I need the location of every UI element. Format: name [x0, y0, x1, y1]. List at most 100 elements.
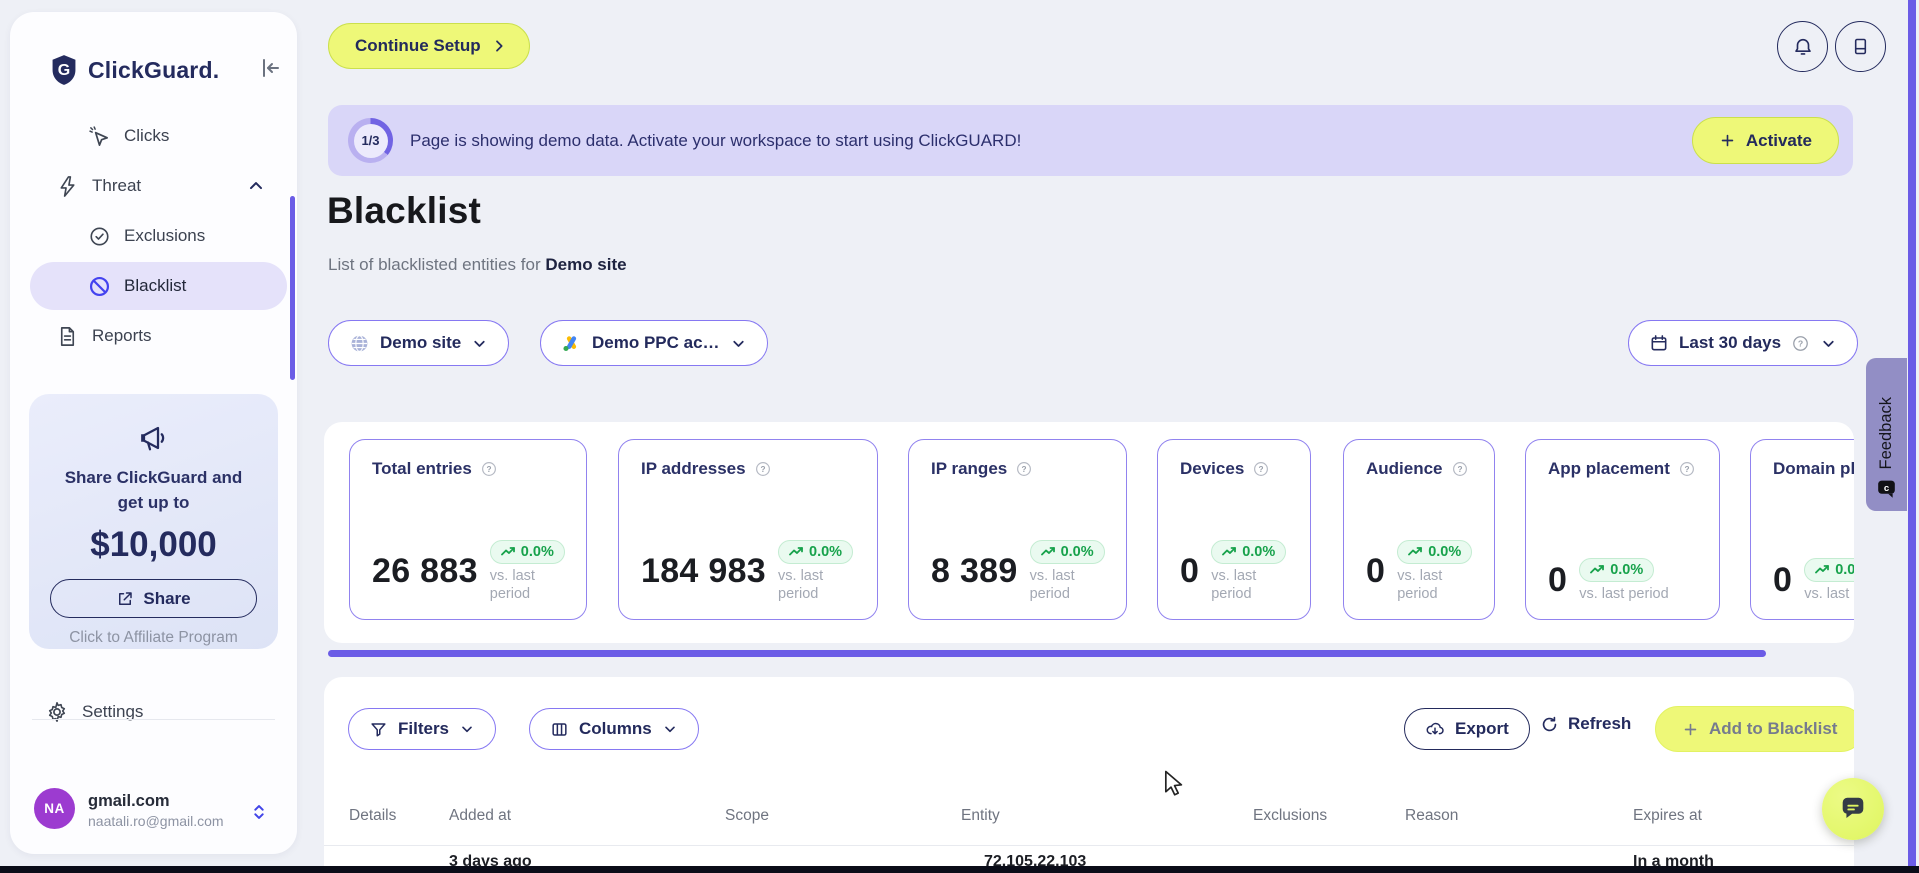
sidebar-item-label: Threat — [92, 176, 142, 195]
collapse-sidebar-icon[interactable] — [258, 56, 282, 80]
sidebar-item-label: Reports — [92, 326, 152, 345]
activate-button[interactable]: Activate — [1691, 117, 1839, 164]
sidebar-scrollbar[interactable] — [290, 196, 295, 380]
stat-card-app-placement: App placement ? 0 0.0% vs. last period — [1525, 439, 1720, 620]
column-header-details[interactable]: Details — [349, 807, 396, 825]
date-range-selector[interactable]: Last 30 days ? — [1628, 320, 1859, 366]
date-range-value: Last 30 days — [1679, 333, 1782, 352]
svg-text:G: G — [58, 62, 70, 79]
docs-button[interactable] — [1835, 21, 1886, 72]
help-icon[interactable]: ? — [1451, 460, 1469, 478]
stat-note: vs. last period — [1397, 567, 1443, 602]
column-header-reason[interactable]: Reason — [1405, 807, 1458, 825]
sidebar-item-blacklist[interactable]: Blacklist — [30, 262, 287, 310]
stat-delta: 0.0% — [520, 543, 554, 560]
stat-note: vs. last period — [489, 567, 535, 602]
stat-delta: 0.0% — [1060, 543, 1094, 560]
stat-delta: 0.0% — [809, 543, 843, 560]
workspace-name: gmail.com — [88, 792, 170, 810]
stat-note: vs. last period — [1804, 585, 1854, 602]
window-bottom-edge — [0, 866, 1919, 873]
sidebar-item-reports[interactable]: Reports — [56, 316, 152, 356]
megaphone-icon — [140, 426, 164, 451]
stat-value: 0 — [1180, 551, 1200, 590]
book-icon — [1854, 38, 1867, 55]
continue-setup-button[interactable]: Continue Setup — [328, 23, 530, 69]
column-header-exclusions[interactable]: Exclusions — [1253, 807, 1327, 825]
stat-value: 0 — [1366, 551, 1386, 590]
help-icon[interactable]: ? — [1678, 460, 1696, 478]
chevron-down-icon — [462, 726, 472, 733]
stat-note: vs. last period — [778, 567, 824, 602]
trend-up-icon — [1590, 564, 1605, 574]
cards-horizontal-scrollbar[interactable] — [328, 650, 1766, 657]
banner-message: Page is showing demo data. Activate your… — [410, 130, 1022, 150]
page-scrollbar[interactable] — [1908, 0, 1916, 873]
plus-icon — [1721, 134, 1734, 147]
svg-text:?: ? — [760, 465, 765, 474]
export-button[interactable]: Export — [1404, 708, 1530, 750]
column-header-expires-at[interactable]: Expires at — [1633, 807, 1702, 825]
refresh-label: Refresh — [1568, 714, 1632, 733]
site-selector[interactable]: Demo site — [328, 320, 510, 366]
column-header-entity[interactable]: Entity — [961, 807, 1000, 825]
share-button[interactable]: Share — [50, 579, 257, 619]
filters-button[interactable]: Filters — [348, 708, 497, 750]
help-icon: ? — [1793, 335, 1808, 351]
sidebar-item-exclusions[interactable]: Exclusions — [88, 216, 205, 256]
stat-label: IP ranges — [931, 459, 1008, 478]
sidebar-item-label: Clicks — [124, 126, 170, 145]
columns-button[interactable]: Columns — [529, 708, 699, 750]
chevron-down-icon — [474, 340, 485, 347]
ppc-account-selector[interactable]: Demo PPC ac… — [540, 320, 768, 366]
add-to-blacklist-button[interactable]: Add to Blacklist — [1655, 706, 1854, 752]
stat-note: vs. last period — [1029, 567, 1075, 602]
site-selector-value: Demo site — [380, 333, 462, 352]
help-icon[interactable]: ? — [1015, 460, 1033, 478]
cursor-click-icon — [89, 125, 109, 146]
sidebar-item-label: Blacklist — [124, 276, 187, 295]
feedback-chat-icon: c — [1878, 480, 1895, 498]
notifications-button[interactable] — [1777, 21, 1828, 72]
stat-label: App placement — [1548, 459, 1670, 478]
activate-label: Activate — [1745, 130, 1812, 150]
globe-icon — [351, 334, 368, 352]
stat-card-domain-placement: Domain placement ? 0 0.0% vs. last perio… — [1750, 439, 1854, 620]
help-icon[interactable]: ? — [480, 460, 498, 478]
avatar[interactable]: NA — [34, 788, 75, 829]
column-header-scope[interactable]: Scope — [725, 807, 769, 825]
svg-text:?: ? — [1022, 465, 1027, 474]
add-to-blacklist-label: Add to Blacklist — [1709, 719, 1838, 738]
stat-value: 184 983 — [641, 551, 767, 590]
plus-icon — [1684, 723, 1697, 735]
sidebar-item-clicks[interactable]: Clicks — [88, 116, 169, 156]
stat-card-audience: Audience ? 0 0.0% vs. last period — [1343, 439, 1495, 620]
help-icon[interactable]: ? — [754, 460, 772, 478]
column-header-added-at[interactable]: Added at — [449, 807, 511, 825]
workspace-switcher-icon[interactable] — [248, 800, 270, 824]
continue-setup-label: Continue Setup — [355, 36, 481, 55]
blacklist-table-panel: Filters Columns Export Refresh Add to Bl… — [324, 677, 1854, 873]
page-subtitle-text: List of blacklisted entities for — [328, 255, 541, 274]
stat-value: 8 389 — [931, 551, 1018, 590]
help-icon[interactable]: ? — [1252, 460, 1270, 478]
sidebar-item-settings[interactable]: Settings — [45, 692, 143, 732]
sidebar: G ClickGuard. Clicks Threat Exclusions B… — [10, 12, 297, 854]
stat-note: vs. last period — [1211, 567, 1257, 602]
columns-icon — [552, 722, 567, 736]
refresh-icon — [1542, 716, 1557, 731]
page-subtitle: List of blacklisted entities for Demo si… — [328, 255, 627, 275]
user-email: naatali.ro@gmail.com — [88, 813, 224, 829]
external-link-icon — [119, 592, 133, 605]
chat-widget-button[interactable] — [1822, 778, 1884, 840]
stats-panel: Total entries ? 26 883 0.0% vs. last per… — [324, 422, 1854, 643]
stat-delta: 0.0% — [1610, 561, 1644, 578]
sidebar-item-threat[interactable]: Threat — [56, 166, 266, 206]
workspace-info: gmail.com naatali.ro@gmail.com — [88, 792, 224, 829]
chevron-down-icon — [732, 340, 744, 347]
page-title: Blacklist — [327, 190, 481, 231]
refresh-button[interactable]: Refresh — [1540, 714, 1631, 734]
affiliate-share-card[interactable]: Share ClickGuard and get up to $10,000 S… — [29, 394, 278, 649]
feedback-tab[interactable]: Feedback c — [1866, 358, 1907, 511]
svg-text:?: ? — [1798, 338, 1803, 348]
